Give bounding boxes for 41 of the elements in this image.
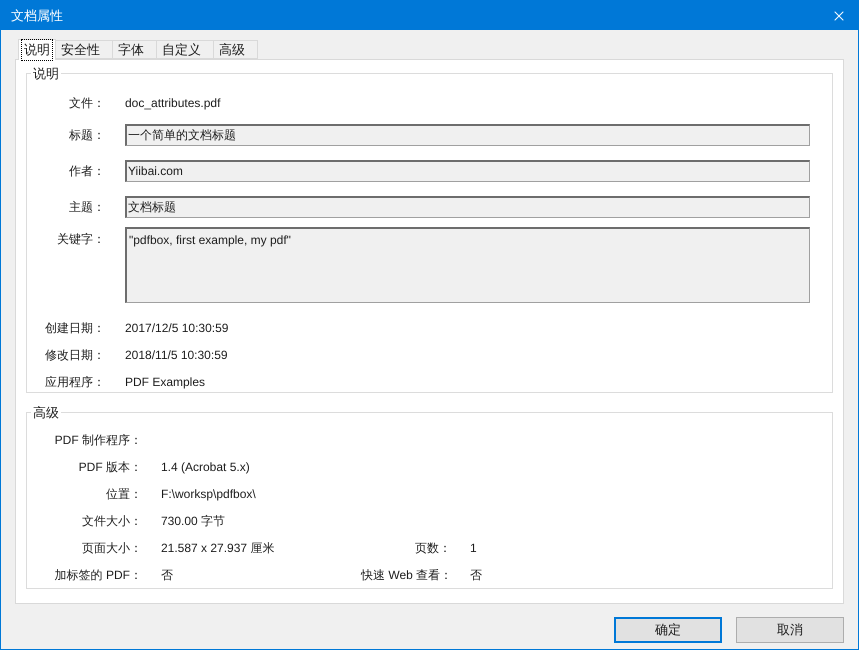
- field-value: F:\worksp\pdfbox\: [161, 487, 256, 501]
- text-area[interactable]: "pdfbox, first example, my pdf": [125, 226, 810, 302]
- field-value: 1.4 (Acrobat 5.x): [161, 460, 250, 474]
- text-field[interactable]: Yiibai.com: [125, 160, 810, 182]
- field-label: 快速 Web 查看：: [361, 568, 452, 582]
- window-title: 文档属性: [11, 6, 63, 25]
- field-label: 主题：: [68, 198, 105, 216]
- field-label: 页数：: [415, 541, 451, 555]
- field-value: 2017/12/5 10:30:59: [125, 320, 228, 337]
- field-label: 标题：: [68, 126, 105, 144]
- field-label: 文件：: [68, 95, 105, 112]
- tab[interactable]: 自定义: [157, 40, 214, 59]
- group-title: 说明: [32, 65, 60, 83]
- field-label: 文件大小：: [81, 513, 142, 530]
- field-value: 否: [470, 567, 482, 584]
- field-label: 位置：: [105, 486, 142, 503]
- field-value: 否: [161, 568, 173, 582]
- field-label: 创建日期：: [44, 320, 105, 337]
- field-value: 730.00 字节: [161, 514, 226, 528]
- field-label: 加标签的 PDF：: [54, 567, 142, 584]
- tab[interactable]: 说明: [18, 39, 56, 60]
- text-field[interactable]: 文档标题: [125, 196, 810, 218]
- field-label: PDF 制作程序：: [54, 432, 142, 449]
- tab[interactable]: 高级: [214, 40, 258, 59]
- field-label: 应用程序：: [44, 374, 105, 391]
- field-value: 1: [470, 540, 477, 557]
- tab[interactable]: 安全性: [56, 40, 113, 59]
- dialog-button[interactable]: 取消: [736, 617, 844, 643]
- text-field[interactable]: 一个简单的文档标题: [125, 124, 810, 146]
- dialog-button[interactable]: 确定: [614, 617, 722, 643]
- group-title: 高级: [32, 404, 60, 422]
- field-value: PDF Examples: [125, 374, 206, 391]
- field-label: 页面大小：: [81, 540, 142, 557]
- field-label: PDF 版本：: [78, 459, 142, 476]
- tab[interactable]: 字体: [113, 40, 157, 59]
- field-value: 2018/11/5 10:30:59: [125, 347, 228, 364]
- field-label: 关键字：: [56, 230, 105, 248]
- field-value: doc_attributes.pdf: [125, 95, 220, 112]
- field-value: 21.587 x 27.937 厘米: [161, 541, 274, 555]
- field-label: 修改日期：: [44, 347, 105, 364]
- field-label: 作者：: [68, 162, 105, 180]
